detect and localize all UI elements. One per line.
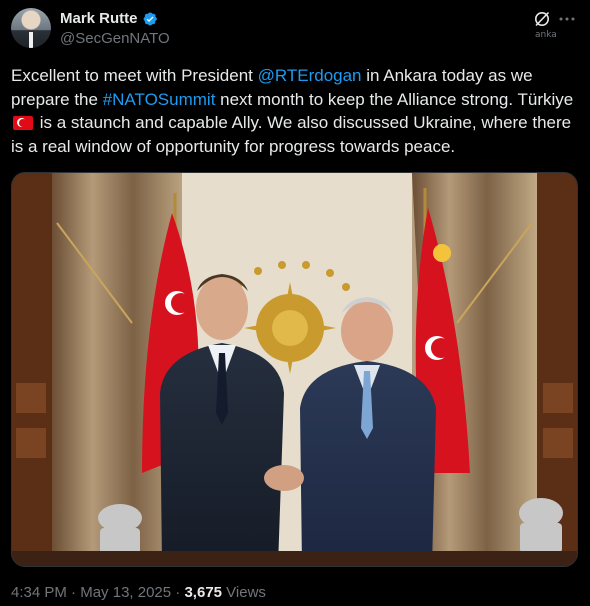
tweet-text-part-4: is a staunch and capable Ally. We also d… (11, 113, 572, 156)
hashtag-link[interactable]: #NATOSummit (103, 90, 216, 109)
tweet-text-part-1: Excellent to meet with President (11, 66, 258, 85)
meta-separator-1: · (66, 584, 81, 601)
meta-separator-2: · (171, 584, 185, 601)
views-label: Views (222, 584, 266, 601)
tweet-photo[interactable] (11, 172, 578, 567)
more-dots-glyph (559, 17, 575, 21)
tweet-date[interactable]: May 13, 2025 (80, 584, 171, 601)
photo-handshake-scene (12, 173, 577, 566)
author-handle[interactable]: @SecGenNATO (60, 30, 170, 47)
tweet-text: Excellent to meet with President @RTErdo… (11, 64, 581, 158)
author-display-name[interactable]: Mark Rutte (60, 10, 138, 27)
author-name-row: Mark Rutte (60, 10, 158, 27)
verified-badge-icon (143, 11, 157, 25)
more-horizontal-icon[interactable] (558, 10, 576, 28)
mention-link[interactable]: @RTErdogan (258, 66, 362, 85)
turkey-flag-icon (13, 116, 33, 130)
watermark-label: anka (535, 30, 557, 40)
author-avatar[interactable] (11, 8, 51, 48)
grok-slash-circle-icon[interactable] (533, 10, 551, 28)
tweet-meta: 4:34 PM · May 13, 2025 · 3,675 Views (11, 584, 266, 601)
views-count: 3,675 (184, 584, 223, 601)
tweet-time[interactable]: 4:34 PM (11, 584, 67, 601)
tweet-text-part-3: next month to keep the Alliance strong. … (215, 89, 574, 109)
